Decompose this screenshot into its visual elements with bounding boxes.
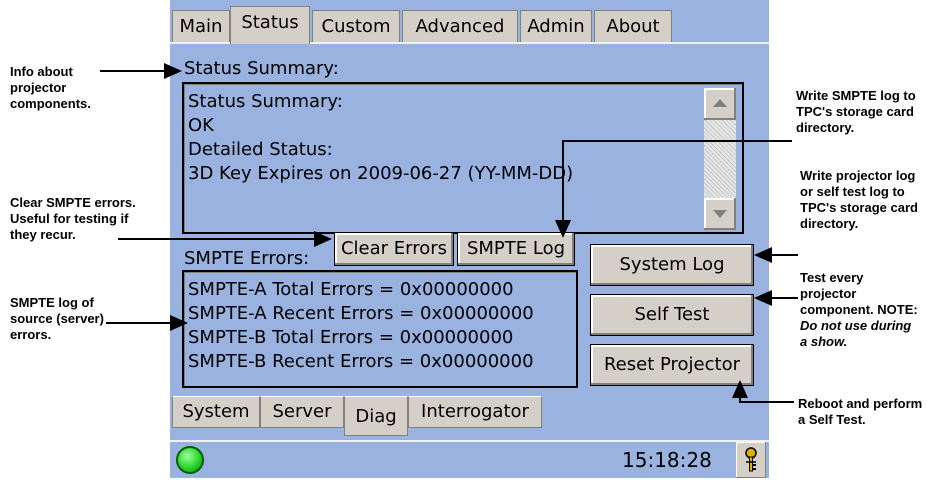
tab-status[interactable]: Status (230, 6, 310, 44)
status-bar: 15:18:28 (170, 440, 769, 478)
clear-errors-button[interactable]: Clear Errors (334, 232, 454, 266)
status-indicator-icon (176, 446, 204, 474)
tab-interrogator[interactable]: Interrogator (408, 396, 542, 428)
system-log-button[interactable]: System Log (590, 244, 754, 286)
tab-admin[interactable]: Admin (520, 10, 592, 42)
status-scrollbar[interactable] (704, 88, 736, 230)
tab-main[interactable]: Main (172, 10, 230, 42)
key-icon (736, 442, 766, 478)
smpte-error-line: SMPTE-B Recent Errors = 0x00000000 (188, 351, 534, 372)
annotation-info-components: Info about projector components. (10, 64, 91, 111)
tab-system[interactable]: System (172, 396, 260, 428)
self-test-button[interactable]: Self Test (590, 294, 754, 336)
status-line: OK (188, 115, 214, 136)
annotation-note-text: Do not use during a show. (800, 318, 912, 349)
clock-time: 15:18:28 (622, 448, 712, 472)
smpte-errors-label: SMPTE Errors: (184, 248, 310, 269)
status-summary-box: Status Summary: OK Detailed Status: 3D K… (182, 82, 744, 234)
arrow-down-icon (713, 210, 727, 218)
smpte-error-line: SMPTE-A Total Errors = 0x00000000 (188, 279, 514, 300)
annotation-test-text: Test every projector component. (800, 270, 874, 317)
annotation-write-smpte-log: Write SMPTE log to TPC's storage card di… (796, 88, 916, 135)
projector-ui-panel: Main Status Custom Advanced Admin About … (170, 0, 769, 478)
tab-diag[interactable]: Diag (344, 396, 408, 436)
status-line: Status Summary: (188, 91, 343, 112)
smpte-error-line: SMPTE-B Total Errors = 0x00000000 (188, 327, 514, 348)
arrow-up-icon (713, 99, 727, 107)
annotation-note-prefix: NOTE: (877, 302, 918, 317)
status-line: 3D Key Expires on 2009-06-27 (YY-MM-DD) (188, 163, 574, 184)
annotation-test-every: Test every projector component. NOTE: Do… (800, 270, 920, 350)
tab-custom[interactable]: Custom (312, 10, 400, 42)
annotation-reboot: Reboot and perform a Self Test. (798, 396, 923, 427)
status-line: Detailed Status: (188, 139, 333, 160)
reset-projector-button[interactable]: Reset Projector (590, 344, 754, 386)
annotation-clear-smpte: Clear SMPTE errors. Useful for testing i… (10, 195, 136, 242)
tab-about[interactable]: About (594, 10, 672, 42)
smpte-log-button[interactable]: SMPTE Log (457, 232, 575, 266)
annotation-write-projector-log: Write projector log or self test log to … (800, 168, 918, 231)
smpte-error-line: SMPTE-A Recent Errors = 0x00000000 (188, 303, 534, 324)
tab-server[interactable]: Server (260, 396, 344, 428)
status-summary-label: Status Summary: (184, 58, 339, 79)
annotation-smpte-log-source: SMPTE log of source (server) errors. (10, 295, 104, 342)
smpte-errors-box: SMPTE-A Total Errors = 0x00000000 SMPTE-… (182, 270, 578, 388)
tab-advanced[interactable]: Advanced (402, 10, 518, 42)
scroll-up-button[interactable] (704, 88, 736, 120)
scroll-down-button[interactable] (704, 198, 736, 230)
